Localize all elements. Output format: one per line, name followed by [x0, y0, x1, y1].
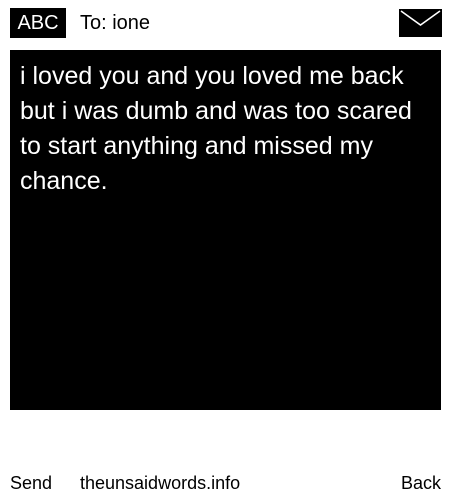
envelope-icon [399, 9, 442, 37]
send-button[interactable]: Send [10, 468, 52, 498]
site-link[interactable]: theunsaidwords.info [80, 468, 240, 498]
softkey-bar: Send theunsaidwords.info Back [0, 468, 450, 498]
message-body[interactable]: i loved you and you loved me back but i … [10, 50, 441, 410]
message-text: i loved you and you loved me back but i … [20, 62, 412, 195]
recipient-field[interactable]: To: ione [80, 8, 150, 38]
message-header: ABC To: ione [0, 0, 450, 46]
input-mode-badge[interactable]: ABC [10, 8, 66, 38]
back-button[interactable]: Back [401, 468, 441, 498]
